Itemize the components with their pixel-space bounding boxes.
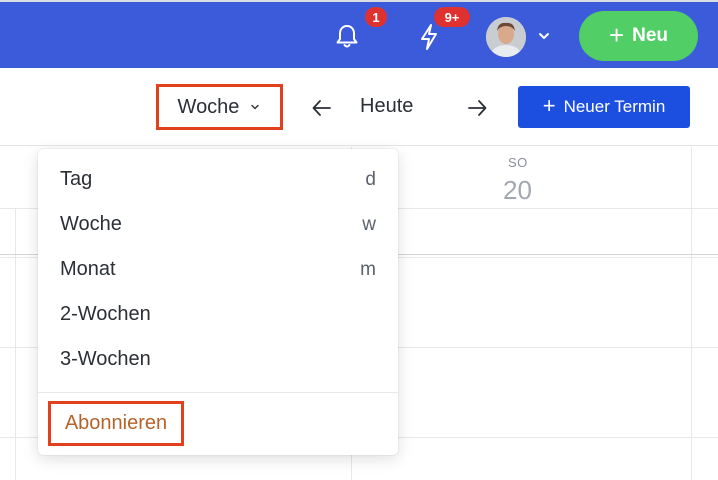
view-select[interactable]: Woche (156, 84, 283, 130)
menu-item-shortcut: w (362, 213, 376, 235)
top-bar: 1 9+ + Neu (0, 0, 718, 68)
day-date[interactable]: 20 (503, 175, 532, 206)
view-dropdown-menu: Tag d Woche w Monat m 2-Wochen 3-Wochen … (38, 149, 398, 455)
grid-line (15, 209, 16, 480)
calendar-toolbar: Woche Heute + Neuer Termin (0, 68, 718, 146)
arrow-right-icon (468, 100, 487, 116)
menu-item-shortcut: d (365, 168, 376, 190)
avatar-image (486, 17, 526, 57)
menu-item-label: Woche (60, 213, 122, 235)
menu-item-label: 2-Wochen (60, 303, 151, 325)
menu-item-day[interactable]: Tag d (38, 157, 398, 202)
day-weekday: SO (508, 155, 528, 170)
plus-icon: + (608, 20, 625, 50)
new-event-label: Neuer Termin (563, 97, 666, 116)
new-button-label: Neu (632, 25, 669, 46)
menu-item-3-weeks[interactable]: 3-Wochen (38, 337, 398, 382)
activity-badge: 9+ (434, 7, 470, 27)
today-button[interactable]: Heute (360, 95, 413, 118)
menu-item-week[interactable]: Woche w (38, 202, 398, 247)
chevron-down-icon (539, 33, 549, 39)
menu-item-label: Monat (60, 258, 116, 280)
menu-item-2-weeks[interactable]: 2-Wochen (38, 292, 398, 337)
arrow-left-icon (312, 100, 331, 116)
subscribe-menu-item[interactable]: Abonnieren (48, 401, 184, 446)
avatar[interactable] (486, 17, 526, 57)
previous-button[interactable] (309, 95, 335, 121)
grid-line (691, 147, 692, 480)
menu-item-month[interactable]: Monat m (38, 247, 398, 292)
next-button[interactable] (464, 95, 490, 121)
notifications-button[interactable] (332, 20, 362, 54)
notifications-badge: 1 (365, 7, 387, 27)
bolt-icon (421, 24, 437, 50)
chevron-down-icon (251, 104, 260, 110)
plus-icon: + (542, 93, 556, 118)
new-event-button[interactable]: + Neuer Termin (518, 86, 690, 128)
new-button[interactable]: + Neu (579, 11, 698, 61)
user-menu-toggle[interactable] (536, 28, 552, 44)
menu-item-shortcut: m (360, 258, 376, 280)
view-select-value: Woche (177, 95, 240, 118)
menu-divider (38, 392, 398, 393)
menu-item-label: 3-Wochen (60, 348, 151, 370)
bell-icon (336, 25, 358, 48)
menu-item-label: Tag (60, 168, 93, 190)
